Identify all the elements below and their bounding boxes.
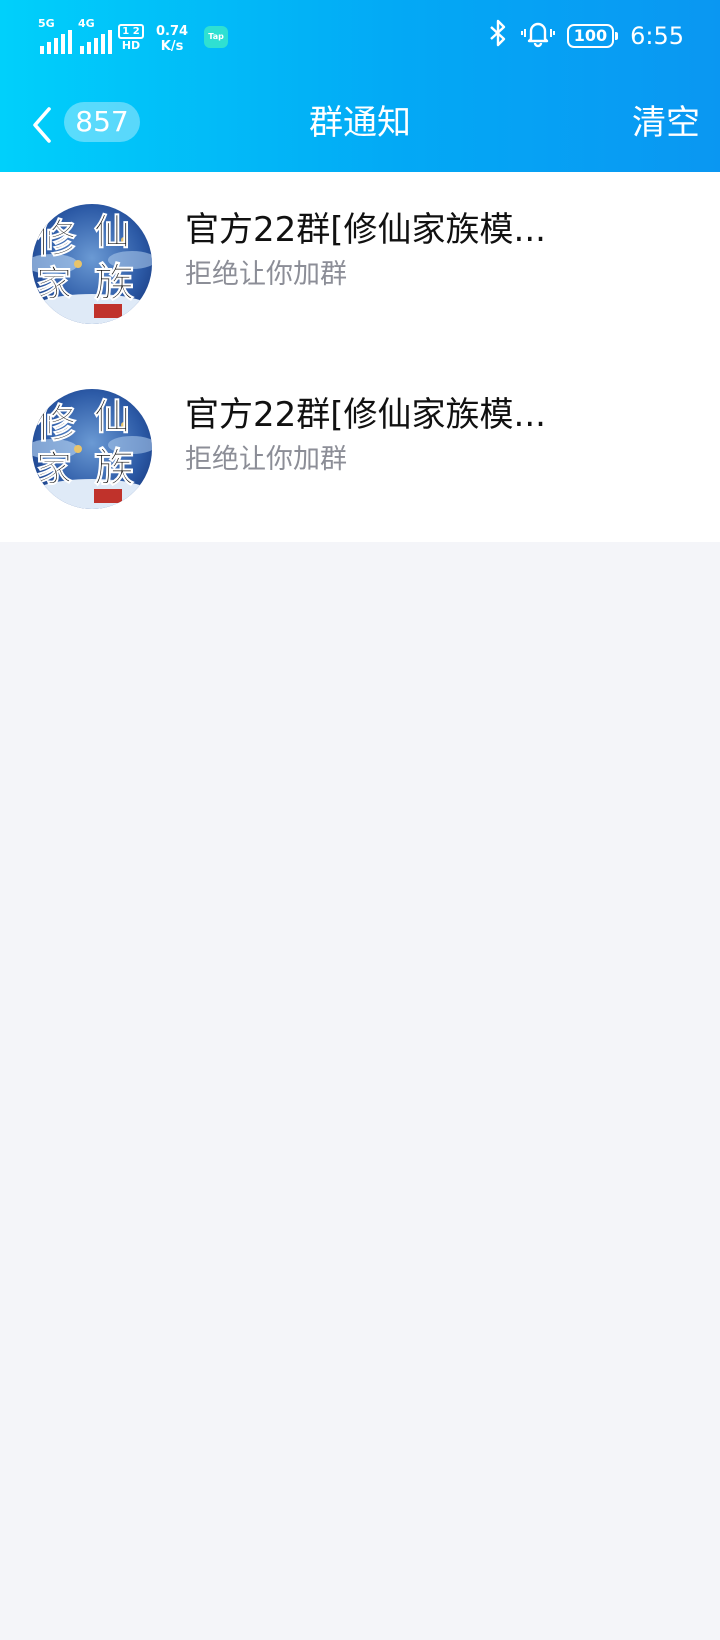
bluetooth-icon (487, 19, 509, 54)
battery-level: 100 (566, 24, 615, 48)
tap-app-icon: Tap (204, 26, 229, 48)
group-name: 官方22群[修仙家族模... (185, 210, 546, 250)
unread-count-badge[interactable]: 857 (64, 102, 140, 142)
clock: 6:55 (630, 22, 684, 50)
status-bar: 5G 4G 1 2 HD 0.74 K/s Tap 100 6:55 (0, 0, 720, 74)
notification-list: 修 仙 家 族 官方22群[修仙家族模... 拒绝让你加群 修 仙 家 族 官方… (0, 172, 720, 542)
avatar-text-2: 仙 (94, 211, 130, 253)
vibrate-bell-icon (520, 18, 555, 55)
status-right: 100 6:55 (487, 18, 684, 54)
list-item[interactable]: 修 仙 家 族 官方22群[修仙家族模... 拒绝让你加群 (0, 357, 720, 542)
hd-sim-label: 1 2 (118, 24, 144, 39)
avatar-text-2: 仙 (94, 396, 130, 438)
notification-message: 拒绝让你加群 (185, 444, 347, 475)
avatar-text-3: 家 (36, 263, 72, 305)
clear-button[interactable]: 清空 (632, 82, 700, 164)
hd-label: HD (121, 39, 141, 52)
header: 5G 4G 1 2 HD 0.74 K/s Tap 100 6:55 857 群… (0, 0, 720, 172)
signal-5g-icon: 5G (38, 18, 72, 54)
speed-unit: K/s (160, 39, 184, 54)
network-type-1: 5G (38, 17, 55, 30)
network-speed: 0.74 K/s (156, 24, 188, 54)
list-item[interactable]: 修 仙 家 族 官方22群[修仙家族模... 拒绝让你加群 (0, 172, 720, 357)
group-avatar[interactable]: 修 仙 家 族 (32, 389, 152, 509)
battery-icon: 100 (566, 24, 619, 48)
group-avatar[interactable]: 修 仙 家 族 (32, 204, 152, 324)
group-name: 官方22群[修仙家族模... (185, 395, 546, 435)
network-type-2: 4G (78, 17, 95, 30)
chevron-left-icon (33, 107, 51, 143)
avatar-text-1: 修 (36, 400, 77, 447)
signal-4g-icon: 4G (78, 18, 112, 54)
status-left: 5G 4G 1 2 HD 0.74 K/s Tap (38, 18, 229, 54)
hd-voice-icon: 1 2 HD (118, 24, 144, 54)
avatar-text-3: 家 (36, 448, 72, 490)
notification-message: 拒绝让你加群 (185, 259, 347, 290)
speed-value: 0.74 (156, 24, 189, 39)
avatar-text-1: 修 (36, 215, 77, 262)
avatar-text-4: 族 (94, 259, 134, 306)
avatar-text-4: 族 (94, 444, 134, 491)
navigation-bar: 857 群通知 清空 (0, 82, 720, 164)
